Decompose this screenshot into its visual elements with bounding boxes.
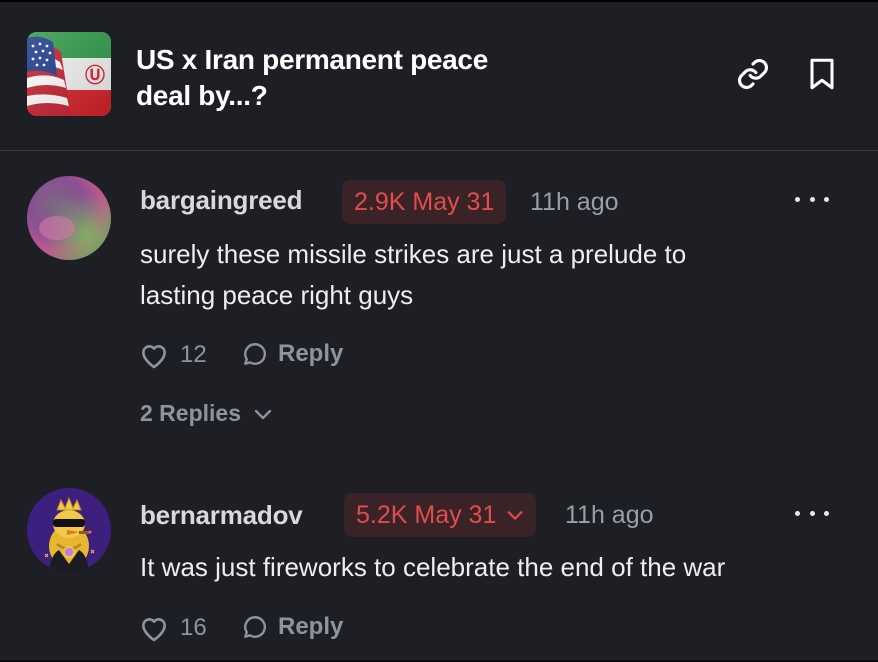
market-header: Ⓤ US x Iran permanent peace deal by...? — [0, 2, 878, 151]
position-badge[interactable]: 5.2K May 31 — [344, 493, 537, 537]
comment-body: surely these missile strikes are just a … — [140, 234, 840, 316]
heart-icon — [142, 345, 166, 369]
dot-icon — [824, 196, 829, 202]
market-title[interactable]: US x Iran permanent peace deal by...? — [136, 42, 616, 114]
avatar[interactable] — [27, 488, 111, 572]
market-title-line-1: US x Iran permanent peace — [136, 44, 488, 75]
dot-icon — [795, 510, 800, 516]
market-thumbnail[interactable]: Ⓤ — [27, 32, 111, 116]
comment-body-line-1: surely these missile strikes are just a … — [140, 239, 687, 269]
position-badge[interactable]: 2.9K May 31 — [342, 180, 507, 224]
comment-body-line-2: lasting peace right guys — [140, 280, 414, 310]
comments-panel: Ⓤ US x Iran permanent peace deal by...? — [0, 0, 878, 660]
link-icon[interactable] — [735, 56, 771, 92]
comment-timestamp: 11h ago — [530, 188, 619, 216]
comment-item: bargaingreed 2.9K May 31 11h ago surely … — [0, 172, 878, 442]
chevron-down-icon — [506, 509, 524, 521]
like-button[interactable]: 12 — [138, 340, 207, 370]
dot-icon — [809, 510, 815, 516]
like-button[interactable]: 16 — [138, 613, 207, 643]
dot-icon — [824, 510, 829, 516]
chevron-down-icon — [254, 409, 272, 419]
dot-icon — [795, 196, 800, 202]
comment-body: It was just fireworks to celebrate the e… — [140, 547, 860, 588]
dot-icon — [809, 196, 815, 202]
speech-bubble-icon — [244, 343, 266, 365]
comment-item: bernarmadov 5.2K May 31 11h ago It was j… — [0, 486, 878, 662]
comment-username[interactable]: bargaingreed — [140, 185, 303, 216]
speech-bubble-icon — [244, 616, 266, 638]
comment-timestamp: 11h ago — [565, 501, 654, 529]
position-badge-label: 5.2K May 31 — [356, 500, 497, 529]
comment-username[interactable]: bernarmadov — [140, 500, 303, 531]
avatar[interactable] — [27, 176, 111, 260]
replies-toggle[interactable]: 2 Replies — [140, 400, 273, 427]
position-badge-label: 2.9K May 31 — [354, 187, 495, 216]
reply-label: Reply — [278, 340, 344, 367]
comment-body-line-1: It was just fireworks to celebrate the e… — [140, 552, 726, 582]
replies-label: 2 Replies — [140, 400, 241, 426]
like-count: 12 — [180, 341, 207, 368]
reply-button[interactable]: Reply — [242, 613, 343, 641]
reply-label: Reply — [278, 613, 344, 640]
market-title-line-2: deal by...? — [136, 80, 268, 111]
like-count: 16 — [180, 614, 207, 641]
more-options-button[interactable] — [795, 506, 829, 520]
us-iran-flag-image: Ⓤ — [27, 32, 111, 116]
bookmark-icon[interactable] — [804, 56, 840, 92]
more-options-button[interactable] — [795, 192, 829, 206]
heart-icon — [142, 618, 166, 642]
reply-button[interactable]: Reply — [242, 340, 343, 368]
